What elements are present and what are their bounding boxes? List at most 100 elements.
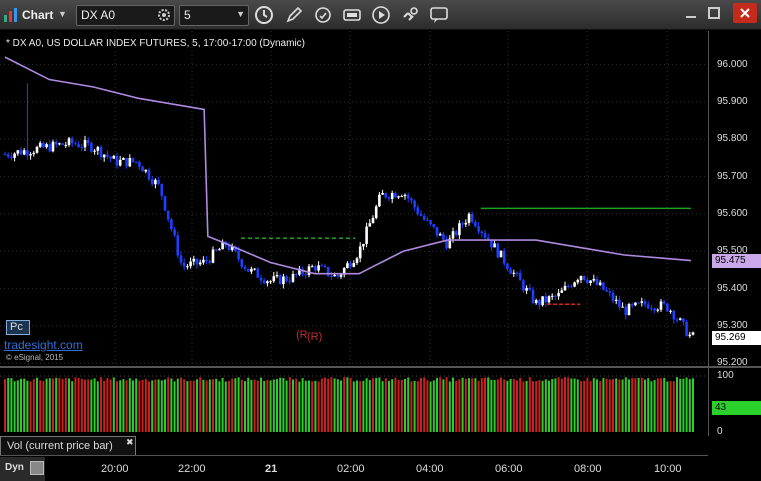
volume-study-tab[interactable]: Vol (current price bar) (0, 436, 136, 456)
candle-body (374, 206, 378, 219)
volume-bar (192, 380, 195, 432)
candle-body (51, 141, 55, 152)
chat-button[interactable] (429, 5, 451, 25)
candle-body (35, 146, 39, 153)
chevron-down-icon[interactable]: ▼ (58, 9, 67, 19)
price-axis[interactable]: 96.000 95.900 95.800 95.700 95.600 95.500 95.4… (708, 31, 761, 368)
candle-body (531, 289, 535, 304)
volume-bar (212, 379, 214, 432)
volume-bar (503, 379, 506, 432)
volume-bar (416, 381, 419, 432)
volume-bar (26, 380, 29, 432)
brand-link[interactable]: tradesight.com (4, 338, 83, 352)
candle-body (307, 266, 311, 275)
volume-bar (269, 380, 272, 432)
calendar-icon[interactable] (30, 461, 44, 475)
candle-body (659, 301, 663, 310)
volume-bar (10, 378, 13, 432)
candle-body (541, 296, 544, 306)
volume-bar (256, 380, 259, 432)
candle-body (237, 250, 240, 260)
draw-button[interactable] (284, 5, 306, 25)
candle-body (525, 287, 528, 291)
volume-bar (458, 379, 461, 432)
candle-body (371, 218, 375, 224)
candle-body (384, 192, 388, 198)
volume-bar (7, 378, 10, 432)
volume-bar (295, 378, 298, 432)
candle-body (198, 262, 202, 265)
close-button[interactable] (733, 3, 757, 23)
volume-bar (676, 377, 678, 432)
volume-bar (541, 380, 544, 432)
volume-bar (532, 381, 534, 432)
pc-button[interactable]: Pc (6, 320, 30, 335)
candle-body (278, 275, 282, 285)
candle-body (573, 282, 576, 287)
candle-body (563, 285, 567, 291)
candle-body (326, 267, 330, 276)
volume-bar (378, 377, 381, 432)
candle-body (458, 223, 461, 236)
candle-body (19, 150, 23, 155)
volume-chart[interactable] (0, 368, 708, 436)
volume-bar (96, 381, 99, 432)
maximize-button[interactable] (707, 6, 721, 20)
candle-body (275, 275, 279, 277)
volume-bar (244, 381, 246, 432)
volume-bar (487, 377, 490, 432)
volume-bar (279, 377, 282, 432)
refresh-button[interactable] (313, 5, 335, 25)
refresh-icon (315, 7, 331, 23)
volume-bar (266, 380, 269, 432)
candle-body (592, 278, 596, 281)
volume-bar (631, 378, 634, 432)
candle-body (637, 302, 640, 304)
candle-body (173, 229, 176, 236)
volume-bar (154, 379, 157, 432)
candle-body (406, 194, 410, 199)
candle-body (451, 231, 455, 239)
minimize-button[interactable] (684, 6, 698, 20)
candle-body (669, 310, 672, 312)
chart-caption: * DX A0, US DOLLAR INDEX FUTURES, 5, 17:… (6, 38, 305, 49)
volume-bar (365, 378, 368, 432)
dynamic-label[interactable]: Dyn (5, 462, 24, 473)
volume-bar (151, 380, 154, 432)
volume-bar (93, 378, 96, 432)
candle-body (582, 275, 586, 280)
volume-bar (64, 377, 67, 432)
volume-bar (58, 378, 61, 432)
interval-select[interactable]: 5 ▼ (179, 5, 249, 26)
gear-icon[interactable] (157, 8, 171, 22)
close-icon[interactable]: ✖ (126, 437, 134, 448)
volume-bar (560, 378, 563, 432)
candle-body (454, 231, 458, 236)
volume-bar (167, 377, 170, 432)
candle-body (29, 154, 32, 156)
link-button[interactable] (400, 5, 422, 25)
candle-body (400, 196, 404, 198)
clock-button[interactable] (254, 5, 276, 25)
study-button[interactable] (342, 5, 364, 25)
time-axis[interactable]: 20:00 22:00 21 02:00 04:00 06:00 08:00 10:00 (0, 455, 708, 481)
volume-axis[interactable]: 100 0 43 (708, 368, 761, 437)
copyright-text: © eSignal, 2015 (6, 353, 64, 362)
settings-icon (343, 9, 361, 21)
symbol-input[interactable]: DX A0 (76, 5, 175, 26)
volume-bar (100, 377, 102, 432)
time-tick-label: 06:00 (495, 463, 523, 475)
candle-body (115, 155, 119, 166)
time-tick-label: 22:00 (178, 463, 206, 475)
candle-body (192, 258, 196, 262)
play-icon (372, 6, 390, 24)
candle-body (602, 282, 605, 290)
candle-body (438, 233, 442, 236)
price-chart[interactable]: (R (R) (0, 31, 708, 367)
volume-bar (461, 377, 464, 432)
volume-bar (448, 381, 451, 432)
volume-bar (573, 378, 576, 432)
candle-body (387, 197, 391, 199)
play-button[interactable] (371, 5, 393, 25)
candle-body (166, 210, 170, 220)
